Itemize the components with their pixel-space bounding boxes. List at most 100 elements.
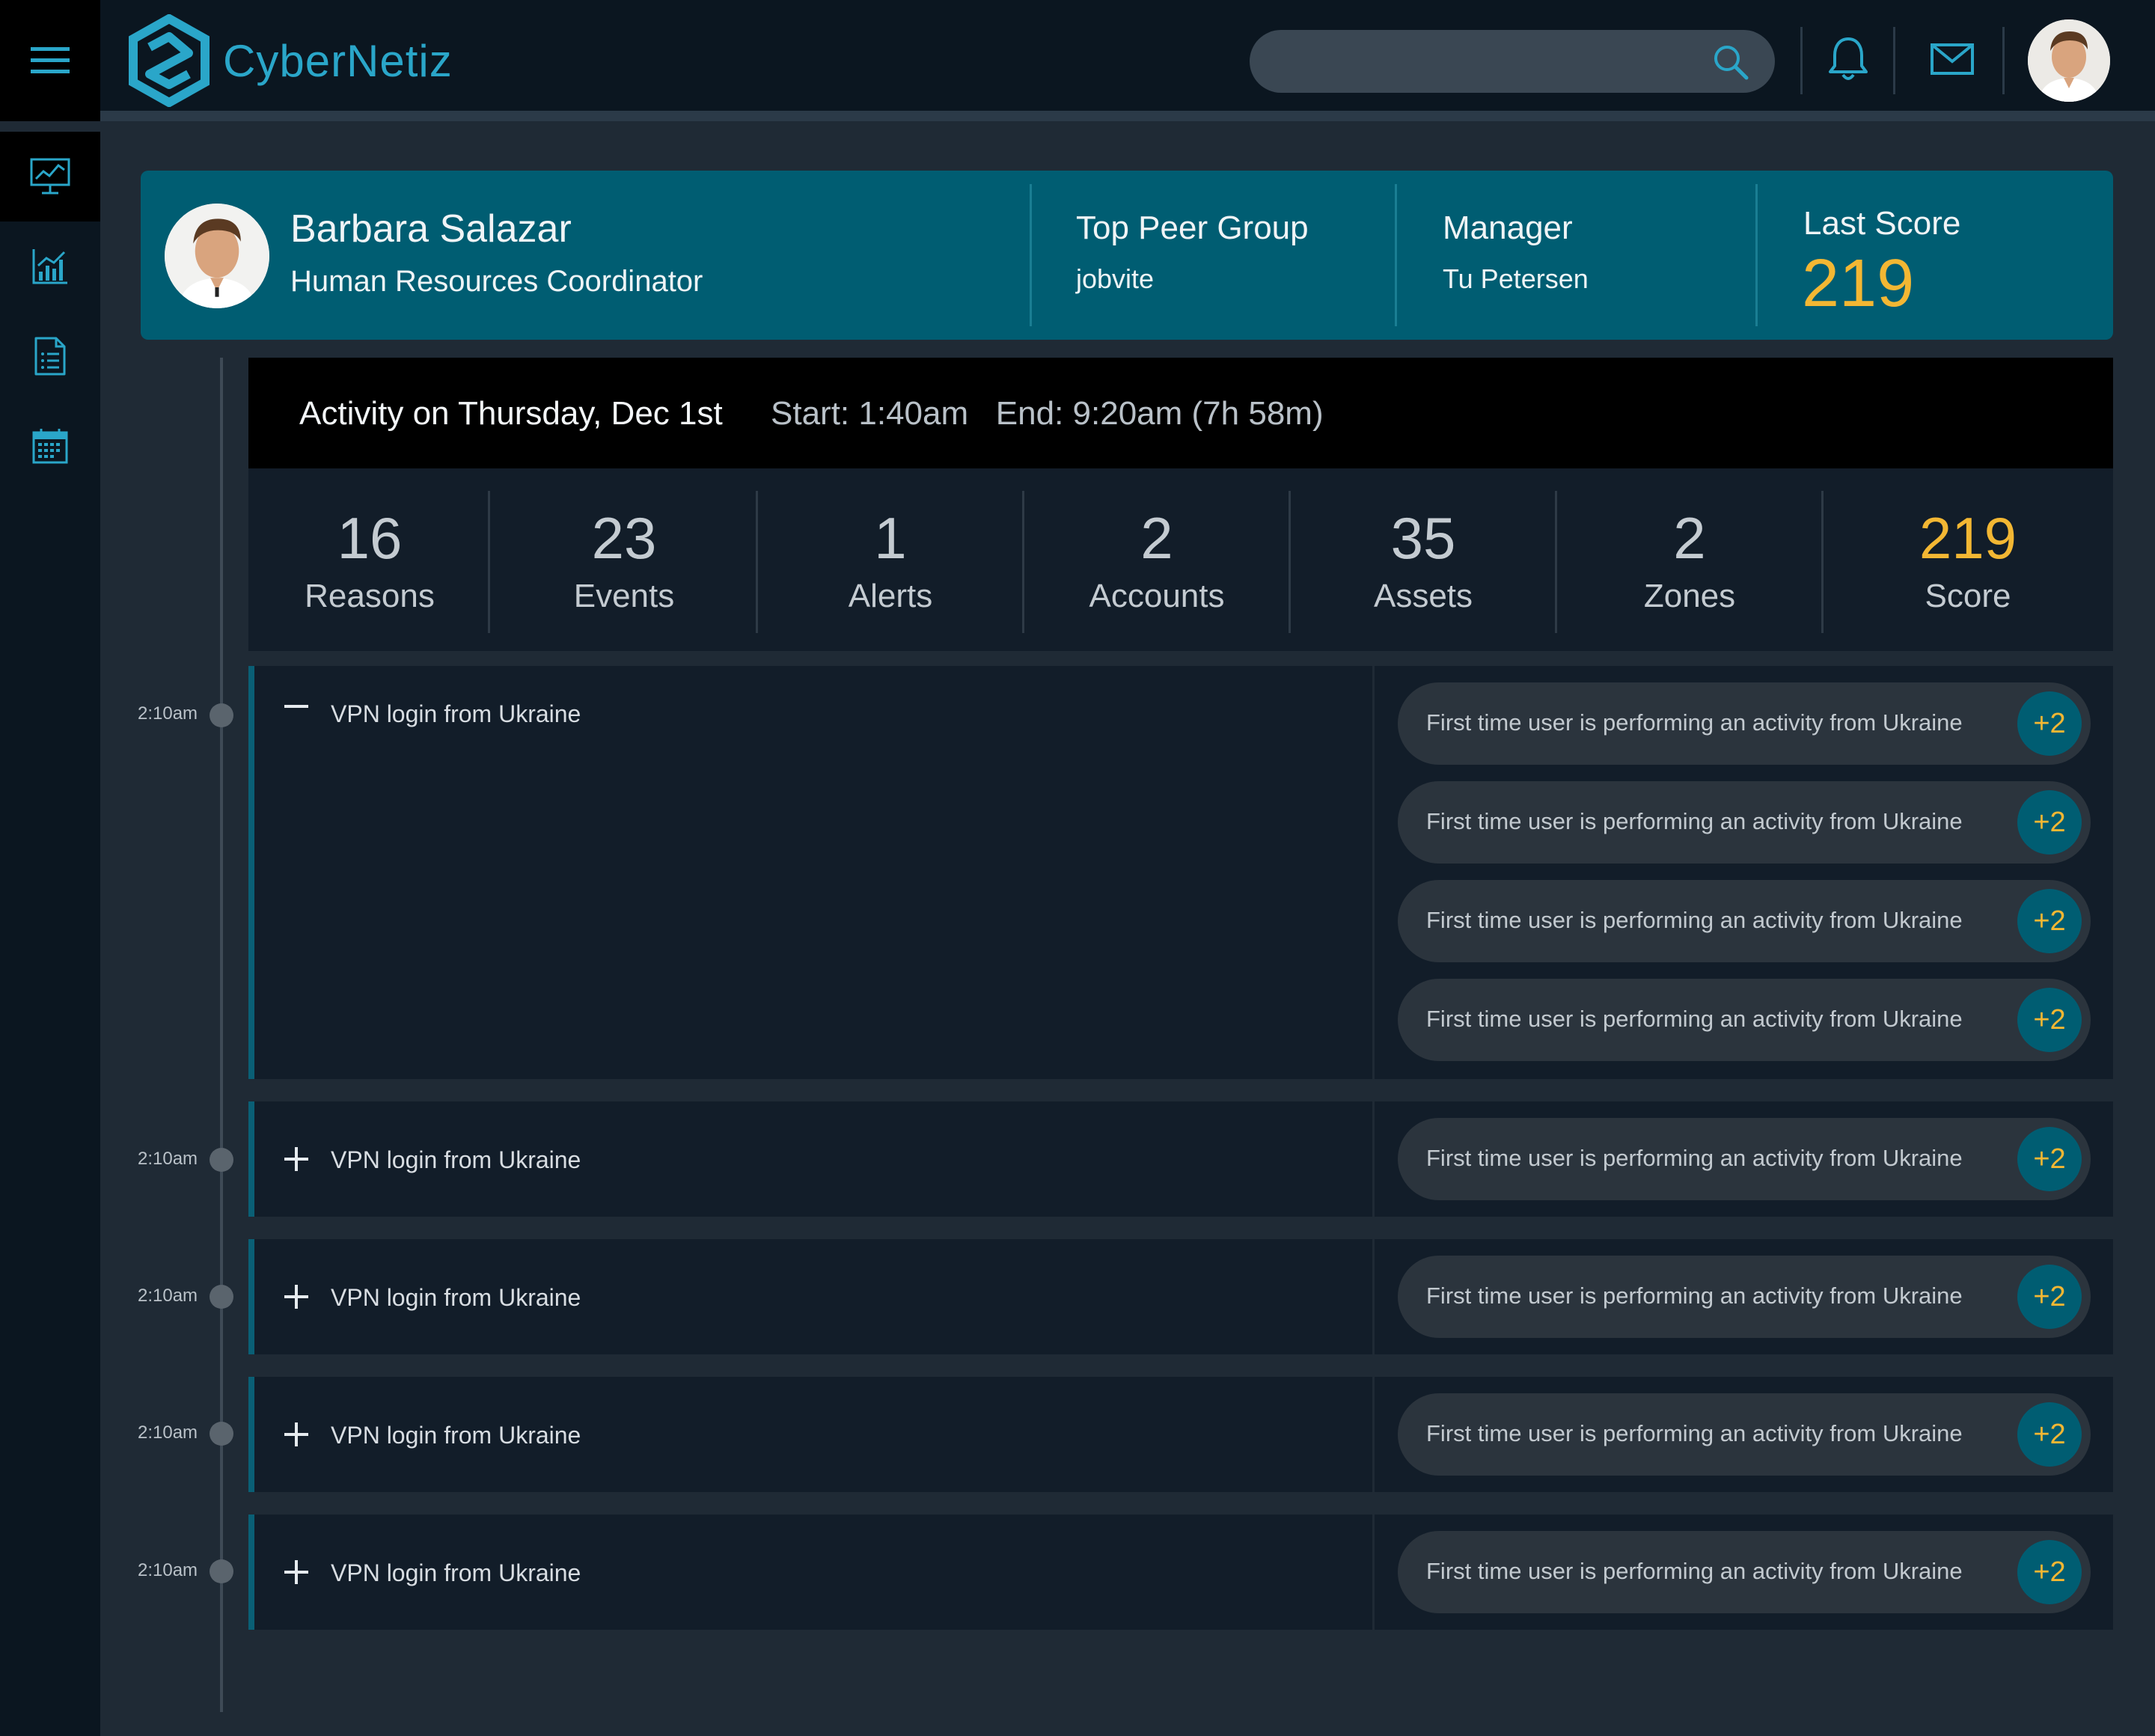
user-profile-banner: Barbara Salazar Human Resources Coordina…: [141, 171, 2113, 340]
reason-score-badge: +2: [2017, 889, 2082, 953]
stat-reasons[interactable]: 16 Reasons: [248, 491, 491, 633]
reason-score-badge: +2: [2017, 1127, 2082, 1191]
app-name: CyberNetiz: [223, 35, 453, 86]
avatar-portrait-icon: [165, 204, 269, 308]
event-label[interactable]: VPN login from Ukraine: [331, 1422, 581, 1449]
timeline-dot: [210, 1148, 233, 1172]
notification-bell-icon[interactable]: [1827, 36, 1869, 82]
manager-value: Tu Petersen: [1443, 263, 1589, 294]
event-label[interactable]: VPN login from Ukraine: [331, 700, 581, 728]
reason-text: First time user is performing an activit…: [1426, 1145, 1963, 1171]
stat-value: 2: [1140, 505, 1173, 571]
reason-pill[interactable]: First time user is performing an activit…: [1398, 979, 2091, 1061]
expand-plus-icon[interactable]: [281, 1419, 311, 1449]
event-time: 2:10am: [138, 1560, 198, 1580]
stat-alerts[interactable]: 1 Alerts: [757, 491, 1024, 633]
reason-text: First time user is performing an activit…: [1426, 1006, 1963, 1032]
profile-divider: [1755, 184, 1758, 326]
sidebar-item-reports[interactable]: [0, 311, 100, 401]
reason-pill[interactable]: First time user is performing an activit…: [1398, 880, 2091, 962]
event-divider: [1372, 1515, 1375, 1630]
profile-avatar: [165, 204, 269, 308]
top-bar: CyberNetiz: [0, 0, 2155, 121]
reason-score-badge: +2: [2017, 1402, 2082, 1467]
stat-label: Alerts: [848, 578, 933, 614]
reason-text: First time user is performing an activit…: [1426, 1558, 1963, 1584]
event-label[interactable]: VPN login from Ukraine: [331, 1284, 581, 1312]
manager-label: Manager: [1443, 210, 1573, 246]
reason-text: First time user is performing an activit…: [1426, 709, 1963, 736]
expand-plus-icon[interactable]: [281, 1557, 311, 1587]
avatar-portrait-icon: [2028, 19, 2110, 102]
activity-time-range: Start: 1:40am End: 9:20am (7h 58m): [771, 395, 1324, 432]
collapse-minus-icon[interactable]: [281, 691, 311, 721]
reason-score-badge: +2: [2017, 1265, 2082, 1329]
stat-label: Accounts: [1089, 578, 1225, 614]
event-divider: [1372, 1377, 1375, 1492]
search-input[interactable]: [1250, 30, 1775, 93]
reason-text: First time user is performing an activit…: [1426, 808, 1963, 834]
stat-zones[interactable]: 2 Zones: [1556, 491, 1823, 633]
event-time: 2:10am: [138, 1149, 198, 1169]
stat-value: 2: [1673, 505, 1706, 571]
user-avatar[interactable]: [2028, 19, 2110, 102]
stat-value: 1: [874, 505, 907, 571]
reason-pill[interactable]: First time user is performing an activit…: [1398, 1118, 2091, 1200]
sidebar-item-calendar[interactable]: [0, 401, 100, 491]
hamburger-icon: [31, 47, 70, 73]
stat-value: 35: [1390, 505, 1456, 571]
reason-pill[interactable]: First time user is performing an activit…: [1398, 1256, 2091, 1338]
event-time: 2:10am: [138, 1422, 198, 1443]
stat-label: Zones: [1643, 578, 1736, 614]
mail-icon[interactable]: [1931, 43, 1974, 75]
event-label[interactable]: VPN login from Ukraine: [331, 1559, 581, 1587]
reason-pill[interactable]: First time user is performing an activit…: [1398, 682, 2091, 765]
search-icon[interactable]: [1712, 43, 1749, 81]
event-time: 2:10am: [138, 703, 198, 724]
reason-text: First time user is performing an activit…: [1426, 1420, 1963, 1446]
stat-assets[interactable]: 35 Assets: [1290, 491, 1556, 633]
last-score-value: 219: [1802, 246, 1915, 321]
toolbar-separator: [1800, 27, 1803, 94]
stat-label: Assets: [1373, 578, 1473, 614]
activity-header: Activity on Thursday, Dec 1st Start: 1:4…: [248, 358, 2113, 468]
stat-score[interactable]: 219 Score: [1823, 491, 2113, 633]
monitor-chart-icon: [30, 158, 70, 195]
activity-title: Activity on Thursday, Dec 1st: [299, 395, 723, 432]
stat-accounts[interactable]: 2 Accounts: [1024, 491, 1290, 633]
event-time: 2:10am: [138, 1286, 198, 1306]
peer-group-value: jobvite: [1076, 263, 1155, 294]
event-label[interactable]: VPN login from Ukraine: [331, 1146, 581, 1174]
sidebar-item-dashboard[interactable]: [0, 132, 100, 221]
reason-pill[interactable]: First time user is performing an activit…: [1398, 1393, 2091, 1476]
activity-stats: 16 Reasons 23 Events 1 Alerts 2 Accounts…: [248, 468, 2113, 651]
expand-plus-icon[interactable]: [281, 1282, 311, 1312]
reason-pill[interactable]: First time user is performing an activit…: [1398, 1531, 2091, 1613]
expand-plus-icon[interactable]: [281, 1144, 311, 1174]
hamburger-menu-button[interactable]: [0, 0, 100, 121]
toolbar-separator: [2002, 27, 2005, 94]
reason-score-badge: +2: [2017, 1540, 2082, 1604]
timeline-dot: [210, 1285, 233, 1309]
sidebar-item-analytics[interactable]: [0, 221, 100, 311]
reason-pill[interactable]: First time user is performing an activit…: [1398, 781, 2091, 864]
stat-label: Score: [1925, 578, 2011, 614]
app-logo[interactable]: CyberNetiz: [127, 13, 453, 108]
logo-hexagon-icon: [129, 14, 210, 107]
timeline-dot: [210, 703, 233, 727]
timeline-dot: [210, 1559, 233, 1583]
reason-score-badge: +2: [2017, 691, 2082, 756]
last-score-label: Last Score: [1803, 205, 1961, 242]
stat-label: Reasons: [305, 578, 435, 614]
stat-events[interactable]: 23 Events: [491, 491, 757, 633]
reason-score-badge: +2: [2017, 790, 2082, 855]
calendar-icon: [32, 429, 68, 464]
search-bar[interactable]: [1250, 30, 1775, 93]
timeline-line: [220, 358, 223, 1712]
stat-divider: [488, 491, 490, 633]
document-list-icon: [34, 337, 66, 376]
peer-group-label: Top Peer Group: [1076, 210, 1309, 246]
event-divider: [1372, 1101, 1375, 1217]
reason-text: First time user is performing an activit…: [1426, 907, 1963, 933]
stat-value: 16: [337, 505, 403, 571]
